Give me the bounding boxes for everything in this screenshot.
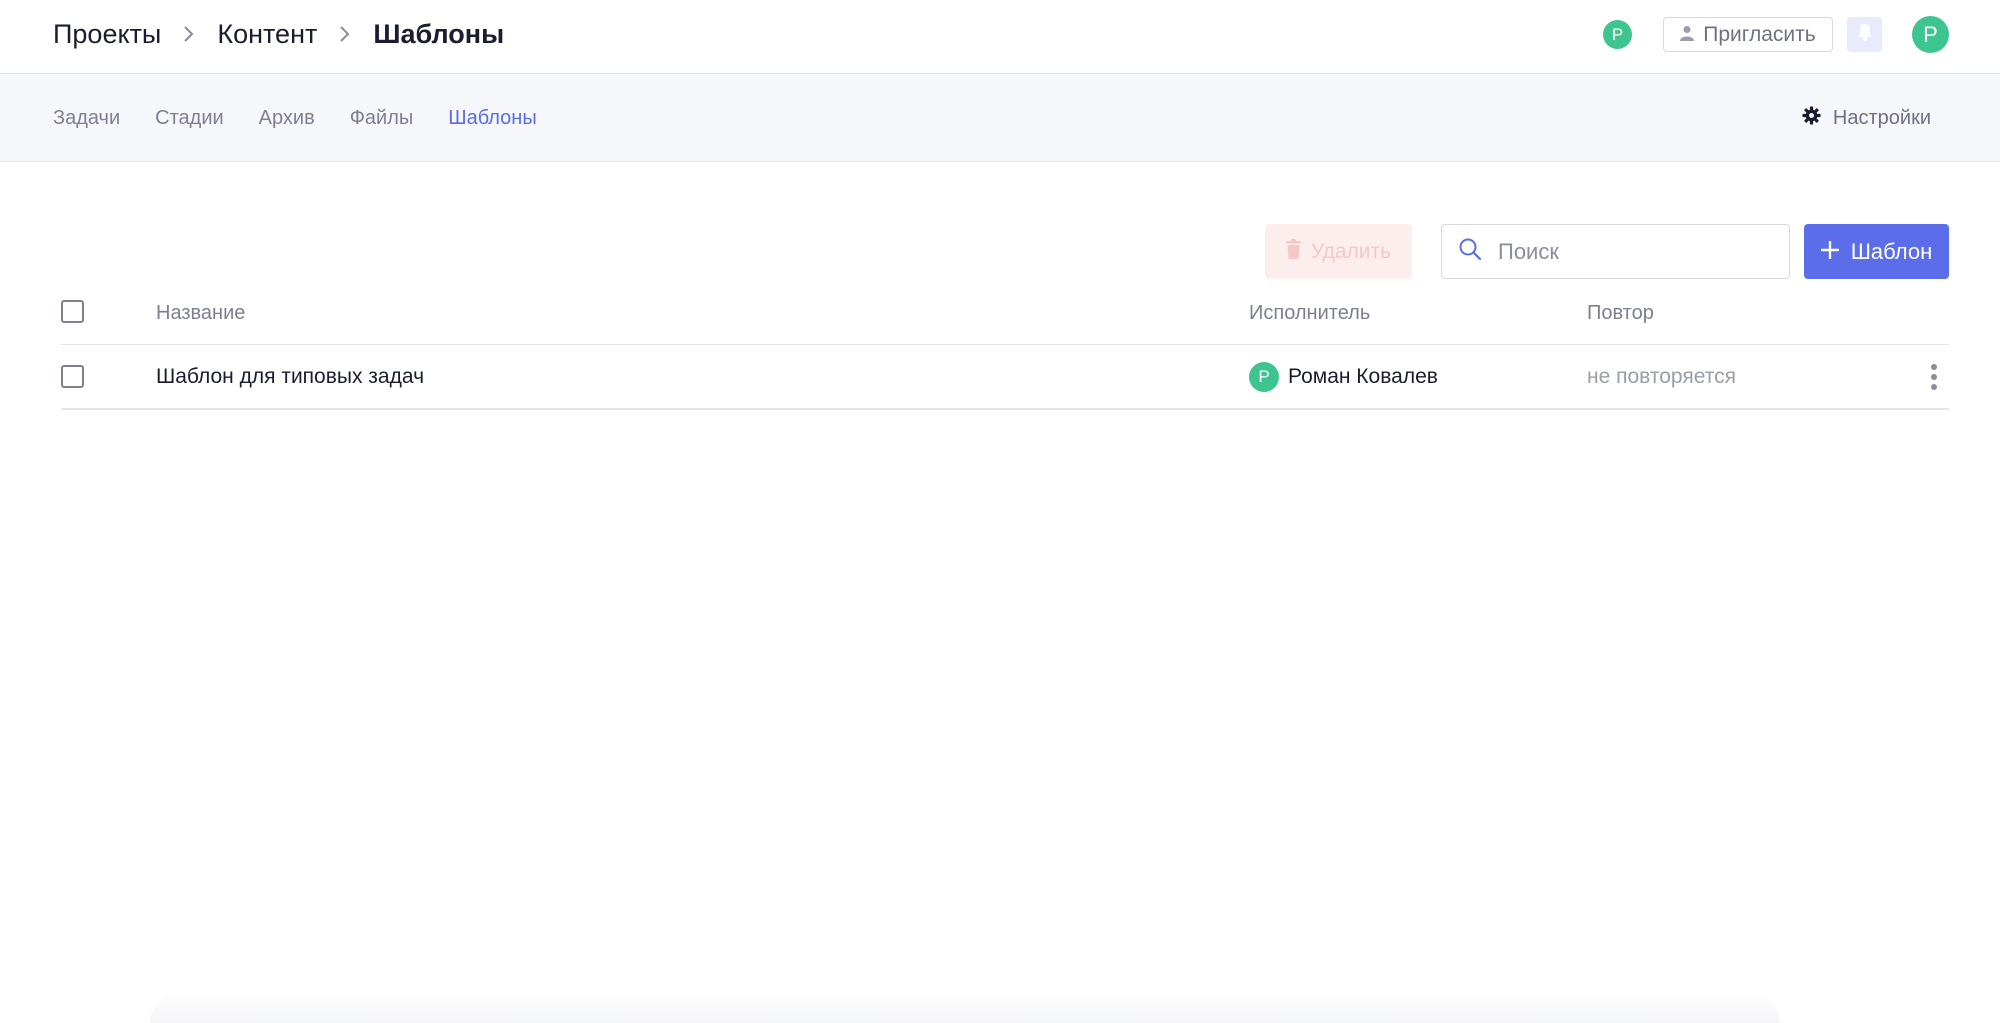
template-name[interactable]: Шаблон для типовых задач	[156, 345, 424, 409]
delete-button-label: Удалить	[1310, 239, 1392, 263]
gear-icon	[1802, 105, 1821, 131]
add-template-button-label: Шаблон	[1850, 238, 1933, 264]
column-header-assignee[interactable]: Исполнитель	[1249, 293, 1370, 333]
assignee-cell: Р Роман Ковалев	[1249, 345, 1438, 409]
tab-tasks[interactable]: Задачи	[53, 107, 120, 130]
assignee-name: Роман Ковалев	[1288, 365, 1438, 388]
user-avatar[interactable]: Р	[1912, 16, 1949, 53]
column-header-repeat[interactable]: Повтор	[1587, 293, 1654, 333]
row-checkbox[interactable]	[61, 365, 84, 388]
delete-button[interactable]: Удалить	[1265, 224, 1412, 279]
column-header-name[interactable]: Название	[156, 293, 245, 333]
tab-list: Задачи Стадии Архив Файлы Шаблоны	[53, 74, 537, 162]
search-box[interactable]	[1441, 224, 1790, 279]
repeat-value: не повторяется	[1587, 365, 1736, 388]
chevron-right-icon	[183, 25, 195, 43]
bell-icon	[1857, 23, 1873, 46]
row-divider	[61, 408, 1949, 410]
trash-icon	[1285, 238, 1301, 265]
breadcrumb: Проекты Контент Шаблоны	[53, 0, 504, 68]
add-template-button[interactable]: Шаблон	[1804, 224, 1949, 279]
table-header: Название Исполнитель Повтор	[61, 293, 1949, 345]
breadcrumb-item-content[interactable]: Контент	[217, 19, 317, 50]
tab-templates[interactable]: Шаблоны	[448, 107, 536, 130]
user-icon	[1680, 23, 1695, 47]
tab-navigation: Задачи Стадии Архив Файлы Шаблоны Настро…	[0, 74, 2000, 162]
settings-label: Настройки	[1832, 106, 1931, 129]
select-all-checkbox[interactable]	[61, 300, 84, 323]
notifications-button[interactable]	[1847, 17, 1882, 52]
tab-archive[interactable]: Архив	[259, 107, 315, 130]
chevron-right-icon	[339, 25, 351, 43]
tab-stages[interactable]: Стадии	[155, 107, 224, 130]
breadcrumb-item-templates: Шаблоны	[373, 18, 505, 49]
table-row[interactable]: Шаблон для типовых задач Р Роман Ковалев…	[61, 345, 1949, 409]
presence-avatar[interactable]: Р	[1603, 20, 1632, 49]
assignee-avatar: Р	[1249, 362, 1279, 392]
bottom-shadow	[150, 990, 1780, 1023]
settings-button[interactable]: Настройки	[1802, 74, 1931, 162]
search-input[interactable]	[1498, 238, 1778, 265]
kebab-menu-icon[interactable]	[1924, 361, 1944, 393]
top-header: Проекты Контент Шаблоны Р Пригласить Р	[0, 0, 2000, 74]
plus-icon	[1820, 239, 1839, 265]
invite-button-label: Пригласить	[1703, 22, 1816, 46]
invite-button[interactable]: Пригласить	[1663, 17, 1833, 52]
tab-files[interactable]: Файлы	[350, 107, 414, 130]
search-icon	[1458, 237, 1482, 266]
breadcrumb-item-projects[interactable]: Проекты	[53, 19, 161, 50]
